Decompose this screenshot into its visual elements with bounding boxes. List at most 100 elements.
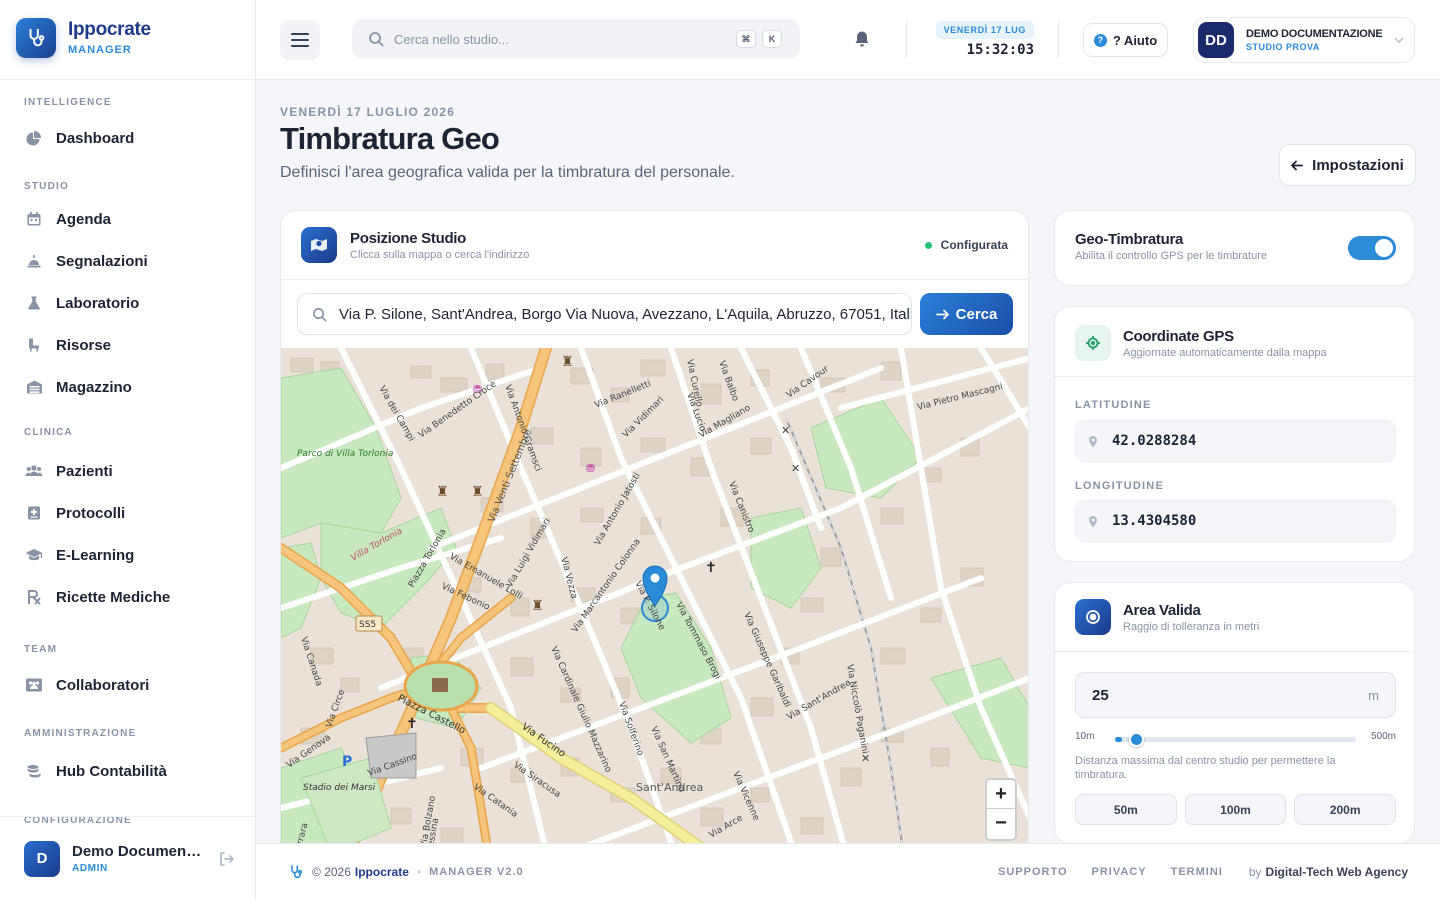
sidebar-item-label: E-Learning xyxy=(56,546,135,564)
sidebar-nav: INTELLIGENCE Dashboard STUDIO Agenda Seg… xyxy=(0,96,255,828)
page-date: VENERDÌ 17 LUGLIO 2026 xyxy=(280,105,456,119)
profile-menu[interactable]: DD DEMO DOCUMENTAZIONE STUDIO PROVA xyxy=(1193,17,1415,63)
area-card-title: Area Valida xyxy=(1123,601,1201,619)
header-divider xyxy=(906,20,907,58)
footer-agency[interactable]: Digital-Tech Web Agency xyxy=(1266,865,1408,879)
zoom-in-button[interactable]: + xyxy=(987,780,1015,809)
svg-text:✕: ✕ xyxy=(781,424,790,437)
slider-max-label: 500m xyxy=(1370,731,1396,742)
sidebar-item-dashboard[interactable]: Dashboard xyxy=(0,117,255,159)
back-to-settings-button[interactable]: Impostazioni xyxy=(1279,144,1416,186)
sidebar-item-hub-contabilita[interactable]: Hub Contabilità xyxy=(0,750,255,792)
pin-icon xyxy=(1088,515,1098,528)
flask-icon xyxy=(24,293,44,313)
svg-text:SS5: SS5 xyxy=(359,620,376,630)
sidebar-item-label: Magazzino xyxy=(56,378,132,396)
coords-card-title: Coordinate GPS xyxy=(1123,327,1234,345)
brand[interactable]: Ippocrate MANAGER xyxy=(16,18,151,58)
avatar: D xyxy=(24,840,60,877)
slider-fill xyxy=(1115,737,1122,742)
footer-link-supporto[interactable]: SUPPORTO xyxy=(998,866,1068,878)
sidebar-item-label: Pazienti xyxy=(56,462,113,480)
preset-200m-button[interactable]: 200m xyxy=(1294,794,1397,825)
users-icon xyxy=(24,461,44,481)
brand-subtitle: MANAGER xyxy=(68,44,132,56)
sidebar-item-collaboratori[interactable]: Collaboratori xyxy=(0,664,255,706)
medical-file-icon xyxy=(24,503,44,523)
nav-section-intelligence: INTELLIGENCE xyxy=(24,97,112,108)
search-input[interactable]: Cerca nello studio... ⌘ K xyxy=(352,19,800,59)
footer-link-termini[interactable]: TERMINI xyxy=(1171,866,1223,878)
sidebar-user[interactable]: D Demo Documentazione ADMIN xyxy=(0,816,255,900)
geo-timbratura-toggle[interactable] xyxy=(1348,236,1396,260)
address-search-input[interactable]: Via P. Silone, Sant'Andrea, Borgo Via Nu… xyxy=(297,293,912,335)
card-divider xyxy=(1055,376,1414,377)
longitude-field[interactable]: 13.4304580 xyxy=(1075,500,1396,542)
svg-text:Stadio dei Marsi: Stadio dei Marsi xyxy=(303,783,376,793)
sidebar-item-label: Dashboard xyxy=(56,129,135,147)
svg-text:✝: ✝ xyxy=(705,560,717,576)
bell-icon[interactable] xyxy=(854,30,870,48)
svg-text:♜: ♜ xyxy=(531,598,544,614)
menu-button[interactable] xyxy=(280,20,320,60)
help-label: ? Aiuto xyxy=(1112,32,1158,48)
sidebar-item-agenda[interactable]: Agenda xyxy=(0,198,255,240)
calendar-icon xyxy=(24,209,44,229)
logout-icon[interactable] xyxy=(218,851,234,867)
sidebar-item-label: Protocolli xyxy=(56,504,126,522)
sidebar-item-magazzino[interactable]: Magazzino xyxy=(0,366,255,408)
nav-section-clinica: CLINICA xyxy=(24,427,73,438)
sidebar-item-label: Risorse xyxy=(56,336,112,354)
slider-thumb[interactable] xyxy=(1129,732,1144,747)
radius-slider[interactable]: 10m 500m xyxy=(1075,728,1396,748)
preset-50m-button[interactable]: 50m xyxy=(1075,794,1177,825)
svg-text:♜: ♜ xyxy=(561,354,574,370)
zoom-out-button[interactable]: − xyxy=(987,809,1015,838)
prescription-icon xyxy=(24,587,44,607)
sidebar-item-label: Collaboratori xyxy=(56,676,150,694)
user-name: Demo Documentazione xyxy=(72,843,204,860)
svg-text:⛃: ⛃ xyxy=(586,462,595,475)
search-icon xyxy=(312,307,327,322)
slider-min-label: 10m xyxy=(1075,731,1095,742)
help-button[interactable]: ? ? Aiuto xyxy=(1083,23,1168,57)
address-value: Via P. Silone, Sant'Andrea, Borgo Via Nu… xyxy=(339,305,912,323)
sidebar-item-segnalazioni[interactable]: Segnalazioni xyxy=(0,240,255,282)
valid-area-card: Area Valida Raggio di tolleranza in metr… xyxy=(1054,582,1415,844)
area-card-subtitle: Raggio di tolleranza in metri xyxy=(1123,620,1260,633)
footer-link-privacy[interactable]: PRIVACY xyxy=(1092,866,1147,878)
slider-track[interactable] xyxy=(1115,732,1356,747)
search-address-button[interactable]: Cerca xyxy=(920,293,1013,335)
sidebar-item-pazienti[interactable]: Pazienti xyxy=(0,450,255,492)
pin-icon xyxy=(1088,435,1098,448)
map-card: Posizione Studio Clicca sulla mappa o ce… xyxy=(280,210,1029,870)
kbd-k: K xyxy=(762,30,782,48)
radius-value: 25 xyxy=(1092,686,1109,704)
latitude-label: LATITUDINE xyxy=(1075,399,1152,411)
map-card-header: Posizione Studio Clicca sulla mappa o ce… xyxy=(281,211,1028,280)
nav-section-amministrazione: AMMINISTRAZIONE xyxy=(24,728,137,739)
kbd-cmd: ⌘ xyxy=(736,30,756,48)
chair-icon xyxy=(24,335,44,355)
arrow-right-icon xyxy=(935,309,949,320)
chevron-down-icon xyxy=(1394,37,1404,43)
sidebar-item-laboratorio[interactable]: Laboratorio xyxy=(0,282,255,324)
sidebar-item-ricette-mediche[interactable]: Ricette Mediche xyxy=(0,576,255,618)
profile-studio: STUDIO PROVA xyxy=(1246,42,1320,52)
stethoscope-icon xyxy=(288,864,304,880)
map-tiles[interactable]: ♜♜ ♜♜ ✝✝ ⛃⛃ P ✕✕✕ SS5 Via Venti Settembre… xyxy=(281,348,1029,870)
sidebar-item-label: Ricette Mediche xyxy=(56,588,171,606)
help-icon: ? xyxy=(1093,33,1107,47)
sidebar-item-risorse[interactable]: Risorse xyxy=(0,324,255,366)
geo-card-title: Geo-Timbratura xyxy=(1075,231,1184,248)
radius-presets: 50m 100m 200m xyxy=(1075,794,1397,825)
sidebar-item-e-learning[interactable]: E-Learning xyxy=(0,534,255,576)
app-version: MANAGER V2.0 xyxy=(429,866,524,878)
preset-100m-button[interactable]: 100m xyxy=(1184,794,1287,825)
radius-input[interactable]: 25 m xyxy=(1075,672,1396,718)
profile-avatar: DD xyxy=(1198,22,1234,58)
map-canvas[interactable]: ♜ ♜ ♜ ♜ ✝ ✝ ⛃ ⛃ P ✕ ✕ ✕ SS5 Via Venti Settembre… xyxy=(281,348,1029,870)
svg-text:✝: ✝ xyxy=(406,716,418,732)
latitude-field[interactable]: 42.0288284 xyxy=(1075,420,1396,462)
sidebar-item-protocolli[interactable]: Protocolli xyxy=(0,492,255,534)
